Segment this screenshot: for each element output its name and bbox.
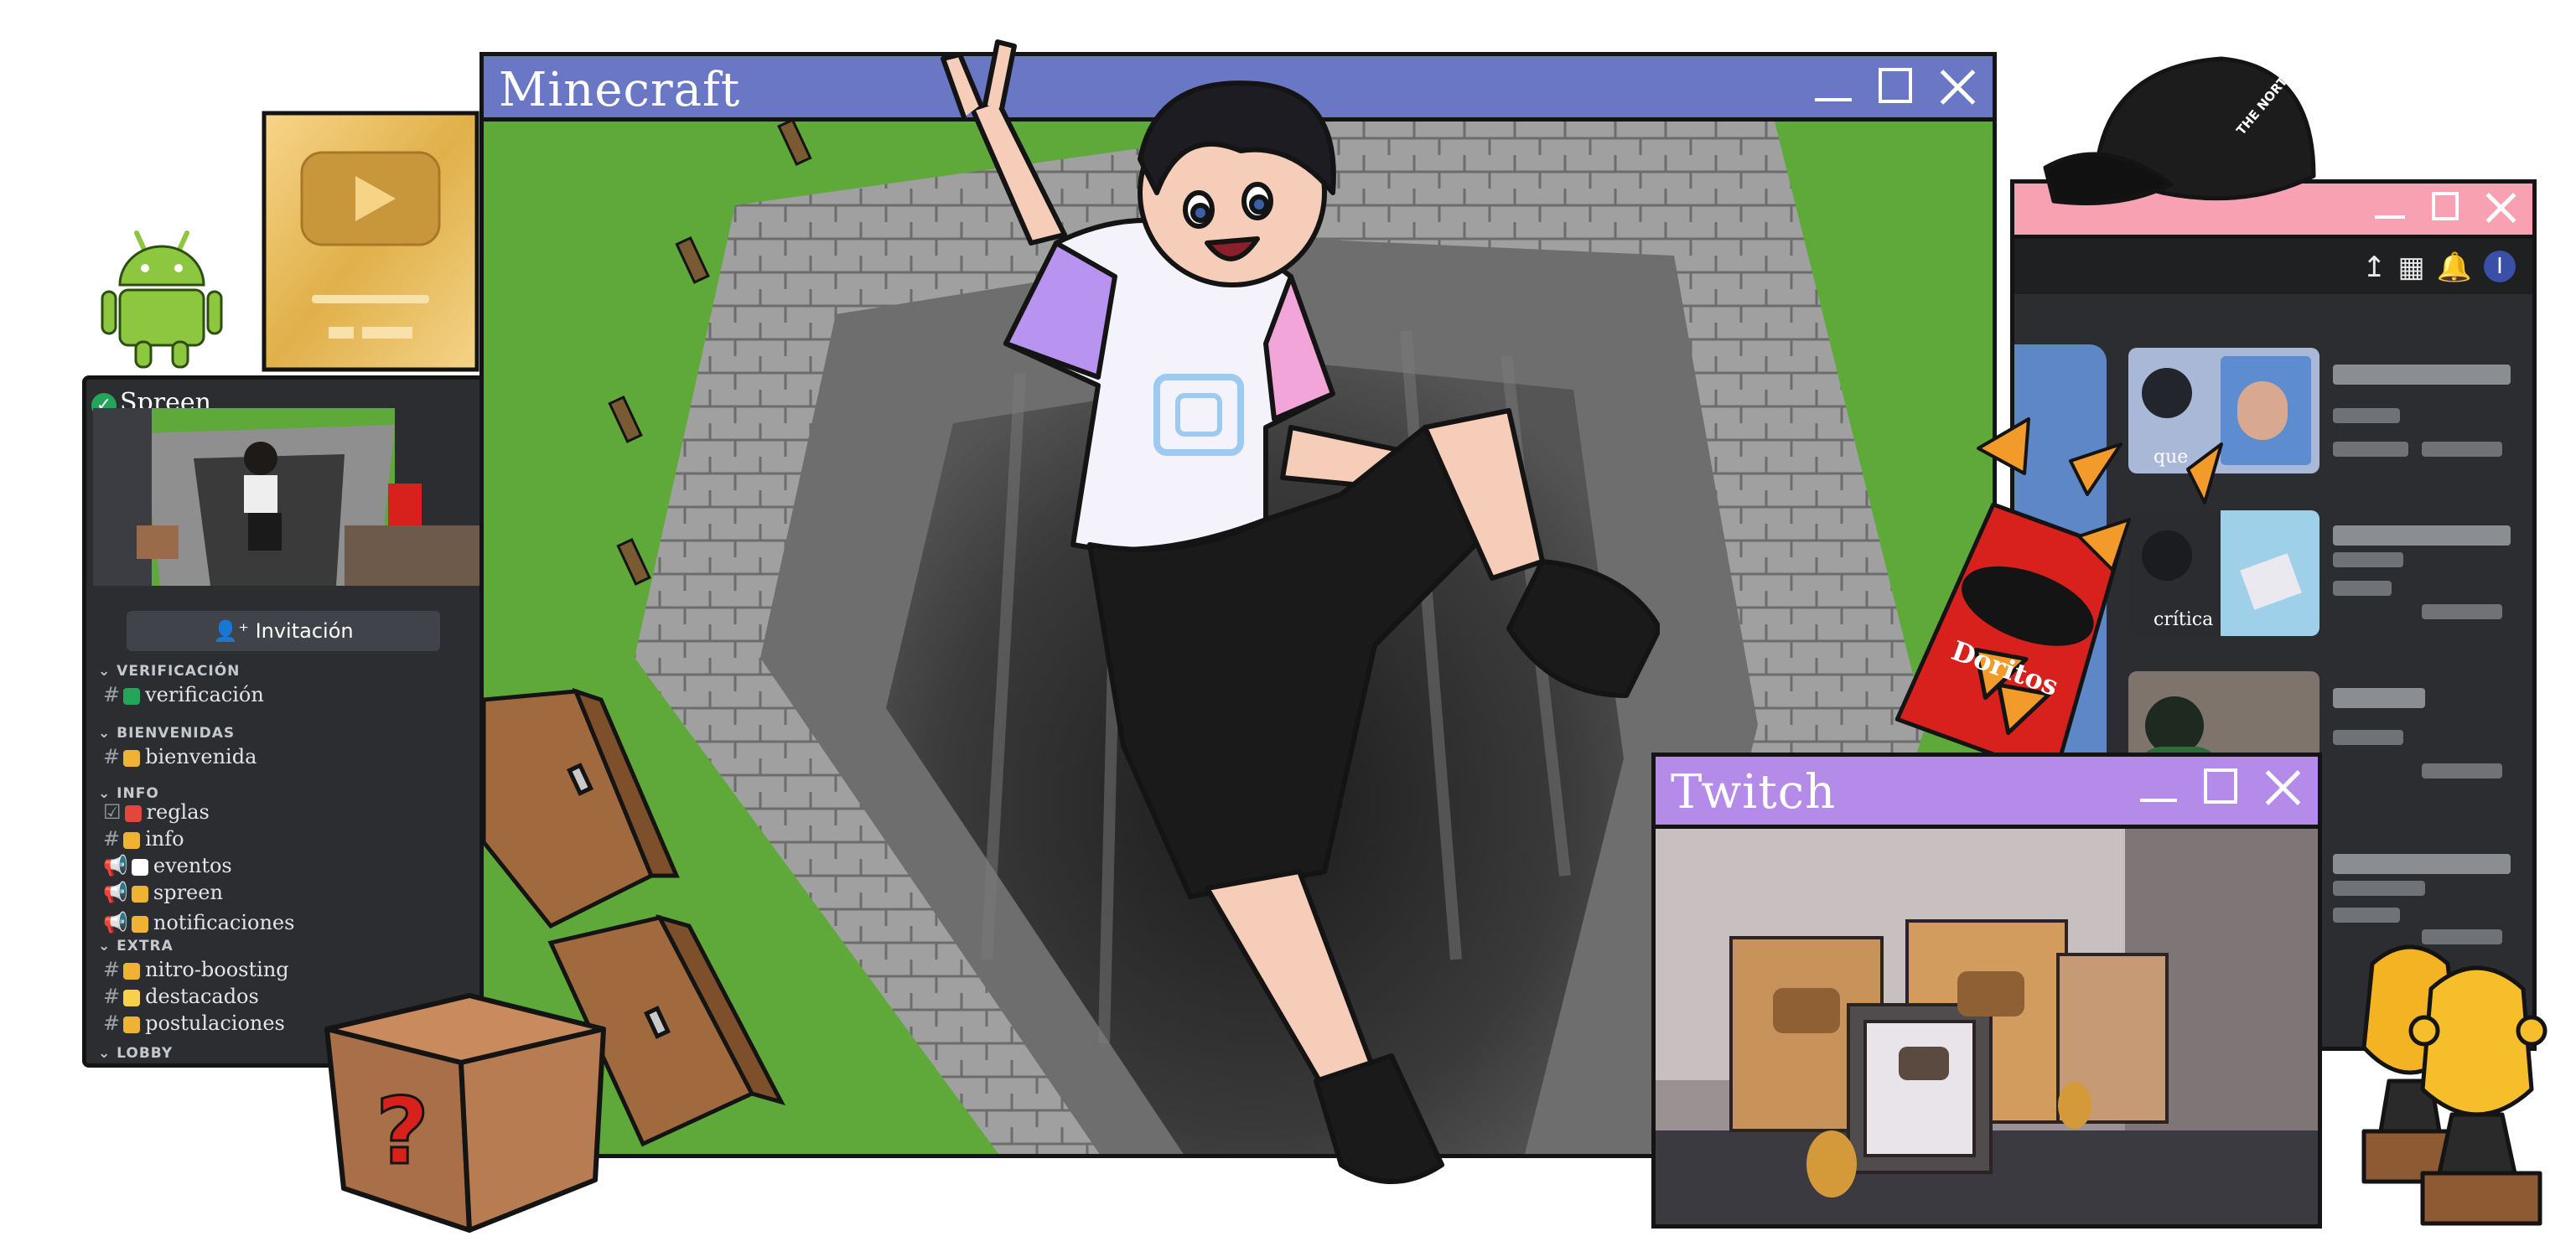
channel-label: eventos bbox=[153, 854, 232, 877]
category-verificacion[interactable]: ⌄ VERIFICACIÓN bbox=[98, 663, 240, 680]
crown-emoji-icon bbox=[131, 885, 148, 903]
android-logo-icon bbox=[101, 230, 223, 369]
bell-icon[interactable]: 🔔 bbox=[2437, 251, 2472, 284]
channel-label: reglas bbox=[146, 800, 210, 824]
window-title: Minecraft bbox=[499, 63, 741, 117]
category-label: BIENVENIDAS bbox=[117, 725, 236, 742]
maximize-button[interactable] bbox=[2427, 189, 2464, 225]
twitch-title-bar: Twitch bbox=[1656, 757, 2318, 829]
category-label: EXTRA bbox=[117, 938, 174, 954]
gold-play-button-plaque bbox=[262, 111, 479, 372]
calendar-emoji-icon bbox=[131, 858, 148, 876]
channel-postulaciones[interactable]: # postulaciones bbox=[103, 1011, 285, 1035]
avatar[interactable]: I bbox=[2484, 251, 2516, 282]
channel-label: info bbox=[145, 827, 184, 851]
crown-emoji-icon bbox=[123, 831, 141, 849]
channel-label: destacados bbox=[145, 985, 259, 1008]
close-button[interactable] bbox=[1936, 65, 1979, 108]
category-lobby[interactable]: ⌄ LOBBY bbox=[98, 1045, 173, 1062]
twitch-stream-view bbox=[1656, 829, 2318, 1224]
close-button[interactable] bbox=[2261, 765, 2304, 809]
category-label: INFO bbox=[117, 785, 159, 802]
channel-verificacion[interactable]: # verificación bbox=[103, 683, 264, 706]
channel-notificaciones[interactable]: 📢 notificaciones bbox=[103, 911, 294, 934]
bell-emoji-icon bbox=[131, 915, 148, 933]
window-title: Twitch bbox=[1671, 765, 1837, 820]
close-button[interactable] bbox=[2482, 189, 2519, 225]
category-label: LOBBY bbox=[117, 1045, 174, 1062]
sparkles-emoji-icon bbox=[123, 989, 141, 1006]
channel-label: spreen bbox=[153, 881, 223, 904]
category-bienvenidas[interactable]: ⌄ BIENVENIDAS bbox=[98, 725, 235, 742]
channel-bienvenida[interactable]: # bienvenida bbox=[103, 745, 257, 768]
checkbox-emoji-icon bbox=[123, 687, 141, 705]
channel-label: postulaciones bbox=[145, 1011, 285, 1035]
channel-reglas[interactable]: ☑ reglas bbox=[103, 800, 210, 824]
minimize-button[interactable] bbox=[2371, 189, 2408, 225]
channel-destacados[interactable]: # destacados bbox=[103, 985, 259, 1008]
channel-label: notificaciones bbox=[153, 911, 295, 934]
server-banner bbox=[93, 408, 499, 586]
category-info[interactable]: ⌄ INFO bbox=[98, 785, 159, 802]
channel-info[interactable]: # info bbox=[103, 827, 184, 851]
twitch-window: Twitch bbox=[1651, 753, 2322, 1229]
mystery-box-illustration: ? bbox=[324, 993, 606, 1233]
category-label: VERIFICACIÓN bbox=[117, 663, 241, 680]
question-mark-icon: ? bbox=[376, 1078, 429, 1185]
flying-chips bbox=[1977, 417, 2223, 572]
minimize-button[interactable] bbox=[1811, 65, 1855, 108]
folder-emoji-icon bbox=[123, 1016, 141, 1033]
category-extra[interactable]: ⌄ EXTRA bbox=[98, 938, 174, 954]
video-caption: crítica bbox=[2154, 609, 2214, 630]
upload-icon[interactable]: ↥ bbox=[2362, 251, 2387, 284]
discord-server-panel: ✓ Spreen 👤⁺ Invitación ⌄ VERIFICACIÓN # ve… bbox=[82, 375, 501, 1068]
channel-nitro-boosting[interactable]: # nitro-boosting bbox=[103, 958, 289, 981]
apps-grid-icon[interactable]: ▦ bbox=[2398, 251, 2425, 284]
channel-eventos[interactable]: 📢 eventos bbox=[103, 854, 232, 877]
add-user-icon: 👤⁺ bbox=[213, 619, 256, 643]
channel-label: nitro-boosting bbox=[145, 958, 289, 981]
trophies-illustration bbox=[2361, 944, 2547, 1226]
lips-emoji-icon bbox=[124, 804, 142, 822]
invite-label: Invitación bbox=[255, 619, 354, 643]
maximize-button[interactable] bbox=[2199, 765, 2242, 809]
channel-label: verificación bbox=[145, 683, 264, 706]
cap-illustration: THE NORTH FACE bbox=[2043, 42, 2323, 205]
wave-emoji-icon bbox=[123, 749, 141, 767]
channel-spreen[interactable]: 📢 spreen bbox=[103, 881, 223, 904]
channel-label: bienvenida bbox=[145, 745, 257, 768]
star-emoji-icon bbox=[123, 962, 141, 980]
invite-button[interactable]: 👤⁺ Invitación bbox=[127, 611, 440, 651]
minimize-button[interactable] bbox=[2137, 765, 2180, 809]
maximize-button[interactable] bbox=[1874, 65, 1917, 108]
falling-character-illustration bbox=[941, 39, 1660, 1184]
